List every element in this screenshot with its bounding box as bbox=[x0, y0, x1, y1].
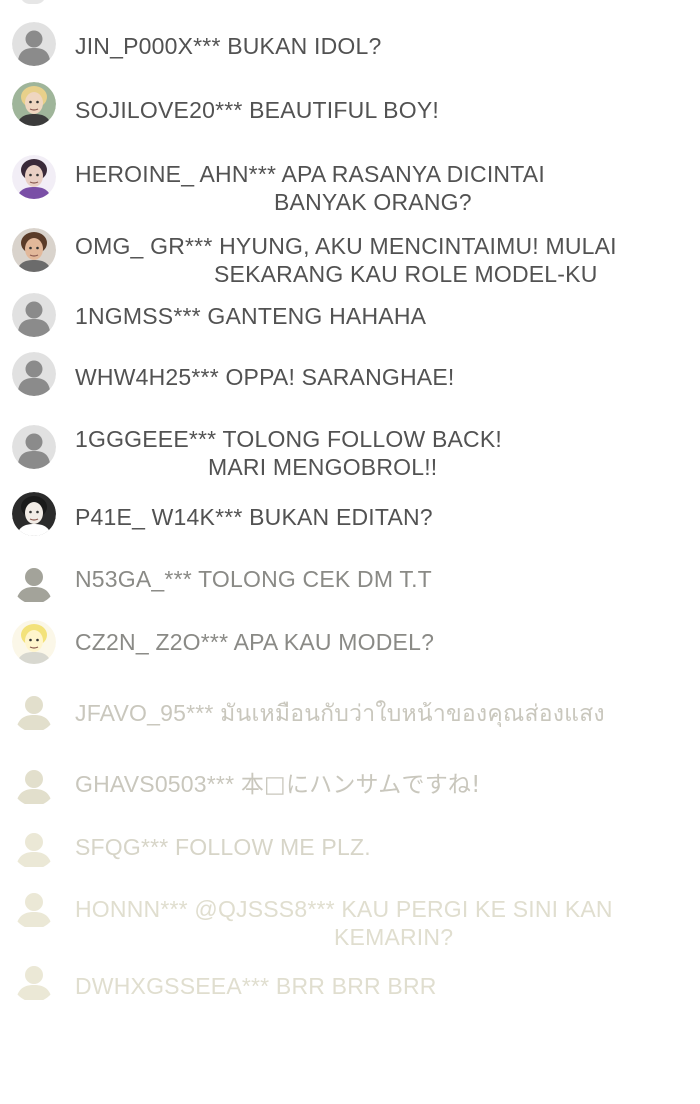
comment-message: มันเหมือนกับว่าใบหน้าของคุณส่องแสง bbox=[220, 701, 605, 727]
comment-username[interactable]: GHAVS0503*** bbox=[75, 771, 234, 797]
comment-message: BEAUTIFUL BOY! bbox=[249, 97, 439, 123]
comment-text: P41E_ W14K*** BUKAN EDITAN? bbox=[75, 503, 690, 531]
comment-feed: JIN_P000X*** BUKAN IDOL? SOJILOVE20*** BE… bbox=[0, 0, 700, 1104]
comment-message: APA KAU MODEL? bbox=[233, 629, 435, 655]
default-avatar-icon[interactable] bbox=[12, 560, 56, 604]
default-avatar-icon[interactable] bbox=[12, 352, 56, 396]
comment-username[interactable]: 1GGGEEE*** bbox=[75, 426, 216, 452]
comment-username[interactable]: JFAVO_95*** bbox=[75, 700, 214, 726]
comment-text: CZ2N_ Z2O*** APA KAU MODEL? bbox=[75, 628, 690, 656]
default-avatar-icon[interactable] bbox=[12, 762, 56, 806]
comment-message-continuation: BANYAK ORANG? bbox=[274, 189, 472, 215]
comment-message-continuation: MARI MENGOBROL!! bbox=[208, 454, 438, 480]
comment-message: 本□にハンサムですね! bbox=[240, 772, 481, 798]
comment-message: @QJSSS8*** KAU PERGI KE SINI KAN bbox=[194, 896, 613, 922]
comment-text: GHAVS0503*** 本□にハンサムですね! bbox=[75, 770, 690, 799]
comment-username[interactable]: CZ2N_ Z2O*** bbox=[75, 629, 228, 655]
default-avatar-icon[interactable] bbox=[12, 958, 56, 1002]
default-avatar-icon[interactable] bbox=[12, 425, 56, 469]
user-photo-avatar[interactable] bbox=[12, 228, 56, 272]
user-photo-avatar[interactable] bbox=[12, 492, 56, 536]
comment-username[interactable]: SOJILOVE20*** bbox=[75, 97, 243, 123]
comment-username[interactable]: P41E_ W14K*** bbox=[75, 504, 243, 530]
user-photo-avatar[interactable] bbox=[12, 155, 56, 199]
comment-username[interactable]: SFQG*** bbox=[75, 834, 168, 860]
comment-message: GANTENG HAHAHA bbox=[207, 303, 427, 329]
comment-text: HEROINE_ AHN*** APA RASANYA DICINTAI BANY… bbox=[75, 160, 690, 216]
comment-message: TOLONG CEK DM T.T bbox=[198, 566, 432, 592]
comment-username[interactable]: N53GA_*** bbox=[75, 566, 192, 592]
comment-username[interactable]: HEROINE_ AHN*** bbox=[75, 161, 276, 187]
comment-text: OMG_ GR*** HYUNG, AKU MENCINTAIMU! MULAI… bbox=[75, 232, 690, 288]
comment-message: HYUNG, AKU MENCINTAIMU! MULAI bbox=[219, 233, 617, 259]
default-avatar-icon[interactable] bbox=[12, 688, 56, 732]
comment-text: 1GGGEEE*** TOLONG FOLLOW BACK! MARI MENGO… bbox=[75, 425, 690, 481]
comment-message: APA RASANYA DICINTAI bbox=[281, 161, 545, 187]
comment-message: BUKAN EDITAN? bbox=[249, 504, 433, 530]
comment-username[interactable]: 1NGMSS*** bbox=[75, 303, 201, 329]
comment-message: FOLLOW ME PLZ. bbox=[175, 834, 371, 860]
comment-text: WHW4H25*** OPPA! SARANGHAE! bbox=[75, 363, 690, 391]
comment-message: TOLONG FOLLOW BACK! bbox=[222, 426, 502, 452]
comment-message-continuation: SEKARANG KAU ROLE MODEL-KU bbox=[214, 261, 598, 287]
comment-username[interactable]: DWHXGSSEEA*** bbox=[75, 973, 269, 999]
comment-username[interactable]: WHW4H25*** bbox=[75, 364, 219, 390]
comment-text: N53GA_*** TOLONG CEK DM T.T bbox=[75, 565, 690, 593]
comment-username[interactable]: HONNN*** bbox=[75, 896, 188, 922]
comment-item: DWHXGSSEEA*** BRR BRR BRR bbox=[0, 0, 700, 1000]
comment-message: OPPA! SARANGHAE! bbox=[225, 364, 455, 390]
comment-text: HONNN*** @QJSSS8*** KAU PERGI KE SINI KA… bbox=[75, 895, 690, 951]
comment-text: SOJILOVE20*** BEAUTIFUL BOY! bbox=[75, 96, 690, 124]
default-avatar-icon[interactable] bbox=[12, 293, 56, 337]
comment-text: DWHXGSSEEA*** BRR BRR BRR bbox=[75, 972, 690, 1000]
comment-text: JFAVO_95*** มันเหมือนกับว่าใบหน้าของคุณส… bbox=[75, 699, 690, 728]
comment-message-continuation: KEMARIN? bbox=[334, 924, 454, 950]
comment-username[interactable]: OMG_ GR*** bbox=[75, 233, 212, 259]
default-avatar-icon[interactable] bbox=[12, 825, 56, 869]
user-photo-avatar[interactable] bbox=[12, 620, 56, 664]
default-avatar-icon[interactable] bbox=[12, 885, 56, 929]
user-photo-avatar[interactable] bbox=[12, 82, 56, 126]
comment-text: 1NGMSS*** GANTENG HAHAHA bbox=[75, 302, 690, 330]
comment-text: SFQG*** FOLLOW ME PLZ. bbox=[75, 833, 690, 861]
comment-message: BRR BRR BRR bbox=[275, 973, 437, 999]
